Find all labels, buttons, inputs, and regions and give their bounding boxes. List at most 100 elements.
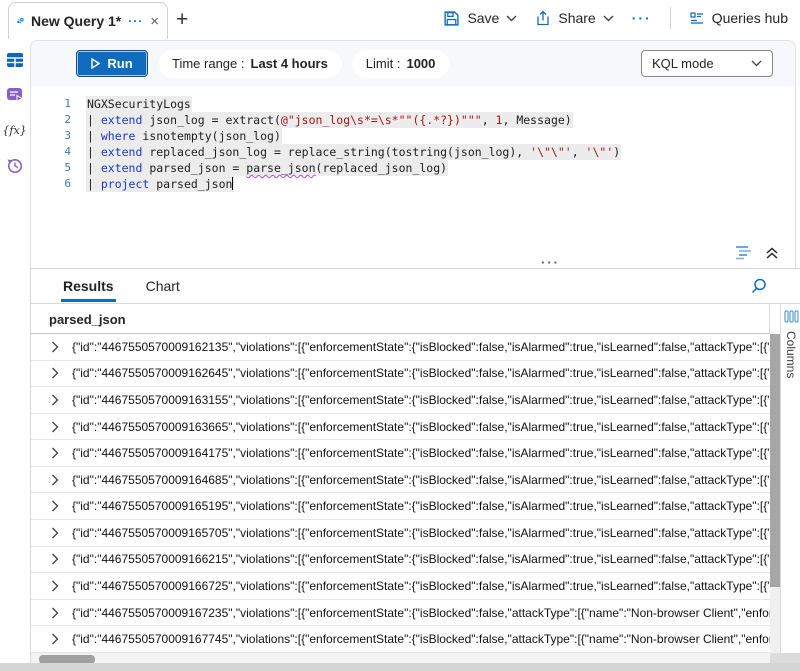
result-row[interactable]: {"id":"4467550570009166725","violations"… <box>31 573 770 600</box>
chevron-down-icon <box>506 15 517 22</box>
expand-chevron-icon[interactable] <box>51 607 59 619</box>
chevron-down-icon <box>751 60 762 67</box>
result-row[interactable]: {"id":"4467550570009166215","violations"… <box>31 547 770 574</box>
results-grid: {"id":"4467550570009162135","violations"… <box>31 334 770 653</box>
expand-chevron-icon[interactable] <box>51 500 59 512</box>
code-token: | <box>87 161 101 175</box>
code-token: | <box>87 129 101 143</box>
result-row[interactable]: {"id":"4467550570009165195","violations"… <box>31 493 770 520</box>
functions-button[interactable]: {fx} <box>0 115 29 145</box>
line-number: 4 <box>31 144 71 160</box>
line-number: 2 <box>31 112 71 128</box>
result-row[interactable]: {"id":"4467550570009164175","violations"… <box>31 440 770 467</box>
tab-chart[interactable]: Chart <box>144 271 182 302</box>
expand-chevron-icon[interactable] <box>51 367 59 379</box>
result-row[interactable]: {"id":"4467550570009162645","violations"… <box>31 361 770 388</box>
expand-chevron-icon[interactable] <box>51 421 59 433</box>
result-row[interactable]: {"id":"4467550570009162135","violations"… <box>31 334 770 361</box>
saved-queries-button[interactable] <box>0 80 29 110</box>
run-button[interactable]: Run <box>76 50 148 77</box>
result-row[interactable]: {"id":"4467550570009163155","violations"… <box>31 387 770 414</box>
row-json-text: {"id":"4467550570009162135","violations"… <box>72 340 770 354</box>
expand-chevron-icon[interactable] <box>51 553 59 565</box>
result-row[interactable]: {"id":"4467550570009167235","violations"… <box>31 600 770 627</box>
result-row[interactable]: {"id":"4467550570009165705","violations"… <box>31 520 770 547</box>
expand-chevron-icon[interactable] <box>51 341 59 353</box>
history-clock-icon <box>6 157 23 174</box>
code-token: | <box>87 177 101 191</box>
text-cursor <box>232 177 233 190</box>
tab-title: New Query 1* <box>31 13 121 29</box>
line-number: 1 <box>31 96 71 112</box>
code-token: (replaced_json_log) <box>316 161 448 175</box>
expand-chevron-icon[interactable] <box>51 527 59 539</box>
grid-header[interactable]: parsed_json <box>31 305 770 334</box>
code-line[interactable]: 4 | extend replaced_json_log = replace_s… <box>31 144 795 160</box>
limit-pill[interactable]: Limit : 1000 <box>352 50 450 78</box>
row-json-text: {"id":"4467550570009165705","violations"… <box>72 526 770 540</box>
vertical-scrollbar[interactable] <box>770 334 780 653</box>
code-token: extend <box>101 145 143 159</box>
new-tab-button[interactable]: + <box>176 8 188 32</box>
run-label: Run <box>107 56 132 71</box>
table-icon <box>6 52 24 68</box>
code-token: parsed_json = <box>142 161 246 175</box>
expand-chevron-icon[interactable] <box>51 474 59 486</box>
save-icon <box>443 10 460 27</box>
history-button[interactable] <box>0 150 29 180</box>
result-row[interactable]: {"id":"4467550570009164685","violations"… <box>31 467 770 494</box>
connections-table-button[interactable] <box>0 45 29 75</box>
column-header[interactable]: parsed_json <box>49 312 126 327</box>
play-icon <box>91 58 100 69</box>
tab-close-icon[interactable]: × <box>150 14 159 29</box>
code-token: extend <box>101 113 143 127</box>
time-range-pill[interactable]: Time range : Last 4 hours <box>158 50 342 78</box>
share-button[interactable]: Share <box>535 10 613 27</box>
code-line[interactable]: 6 | project parsed_json <box>31 176 795 192</box>
code-token: replaced_json_log = replace_string(tostr… <box>142 145 530 159</box>
queries-hub-button[interactable]: Queries hub <box>689 10 788 26</box>
tab-bar: New Query 1* ··· × + Save <box>0 0 800 40</box>
tab-results[interactable]: Results <box>61 271 116 302</box>
more-actions-button[interactable]: ··· <box>632 10 652 26</box>
columns-panel-toggle[interactable]: Columns <box>780 304 800 653</box>
result-row[interactable]: {"id":"4467550570009167745","violations"… <box>31 626 770 653</box>
code-token: parsed_json <box>149 177 232 191</box>
expand-chevron-icon[interactable] <box>51 394 59 406</box>
row-json-text: {"id":"4467550570009162645","violations"… <box>72 366 770 380</box>
columns-panel-label: Columns <box>784 331 798 378</box>
kql-mode-value: KQL mode <box>652 56 714 71</box>
code-token: project <box>101 177 149 191</box>
code-token: | <box>87 113 101 127</box>
code-editor[interactable]: 1 NGXSecurityLogs 2 | extend json_log = … <box>31 86 795 248</box>
save-label: Save <box>467 10 499 26</box>
query-tab[interactable]: New Query 1* ··· × <box>8 2 168 39</box>
result-row[interactable]: {"id":"4467550570009163665","violations"… <box>31 414 770 441</box>
saved-queries-icon <box>6 87 24 103</box>
code-line[interactable]: 1 NGXSecurityLogs <box>31 96 795 112</box>
code-token: isnotempty(json_log) <box>135 129 280 143</box>
code-line[interactable]: 3 | where isnotempty(json_log) <box>31 128 795 144</box>
expand-chevron-icon[interactable] <box>51 447 59 459</box>
format-lines-icon[interactable] <box>735 245 755 260</box>
search-icon[interactable] <box>750 277 768 295</box>
expand-chevron-icon[interactable] <box>51 633 59 645</box>
code-token: , Message) <box>502 113 571 127</box>
save-button[interactable]: Save <box>443 10 517 27</box>
time-range-value: Last 4 hours <box>251 56 328 71</box>
collapse-panel-icon[interactable] <box>765 246 779 260</box>
kql-mode-select[interactable]: KQL mode <box>641 50 773 77</box>
ellipsis-icon: ··· <box>632 10 652 26</box>
row-json-text: {"id":"4467550570009164175","violations"… <box>72 446 770 460</box>
code-line[interactable]: 5 | extend parsed_json = parse_json(repl… <box>31 160 795 176</box>
vertical-scrollbar-thumb[interactable] <box>770 334 780 587</box>
code-token-warning: parse_json <box>246 161 315 175</box>
expand-chevron-icon[interactable] <box>51 580 59 592</box>
query-editor-card: Run Time range : Last 4 hours Limit : 10… <box>30 40 796 268</box>
row-json-text: {"id":"4467550570009166215","violations"… <box>72 552 770 566</box>
code-token: ) <box>613 145 620 159</box>
code-token: , <box>572 145 586 159</box>
tab-more-button[interactable]: ··· <box>128 14 143 28</box>
editor-tools <box>735 245 779 260</box>
code-line[interactable]: 2 | extend json_log = extract(@"json_log… <box>31 112 795 128</box>
